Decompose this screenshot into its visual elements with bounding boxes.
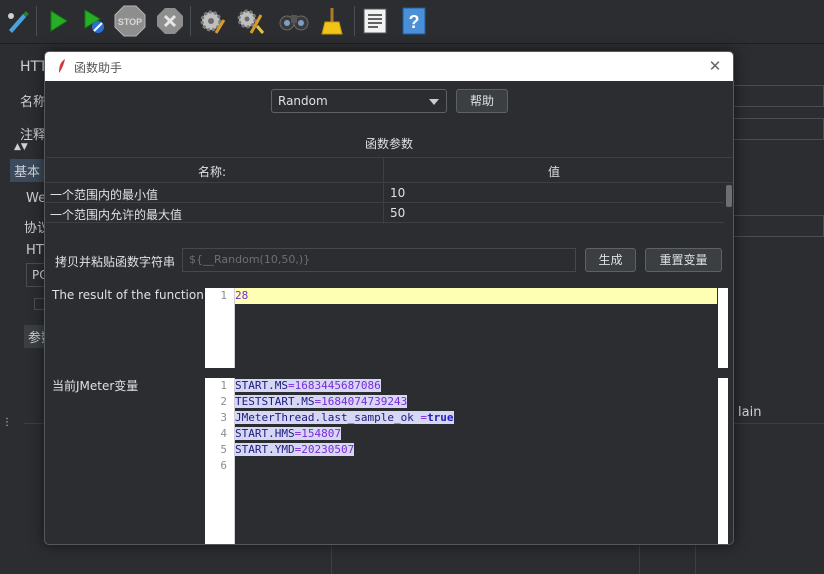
line-number: 2 xyxy=(220,395,227,408)
svg-text:?: ? xyxy=(409,12,420,32)
jmeter-variables-label: 当前JMeter变量 xyxy=(52,379,139,393)
result-code-area[interactable]: 28 xyxy=(235,288,717,368)
variable-value: true xyxy=(427,411,454,424)
plain-label: lain xyxy=(738,405,762,420)
collapse-arrows[interactable]: ▲▼ xyxy=(14,142,28,152)
variable-key: START.YMD xyxy=(235,443,295,456)
tab-basic[interactable]: 基本 xyxy=(10,159,45,182)
reset-variables-button[interactable]: 重置变量 xyxy=(645,248,722,272)
binoculars-icon[interactable] xyxy=(278,5,310,37)
pencil-icon[interactable] xyxy=(2,5,34,37)
variable-line: START.YMD=20230507 xyxy=(235,443,355,456)
line-number: 1 xyxy=(220,379,227,392)
stop-icon[interactable]: STOP xyxy=(114,5,146,37)
table-scrollbar[interactable] xyxy=(725,183,733,224)
variable-key: START.MS xyxy=(235,379,288,392)
svg-text:STOP: STOP xyxy=(118,17,142,27)
variable-value: 20230507 xyxy=(301,443,355,456)
splitter-handle[interactable]: ⋮ xyxy=(2,417,12,428)
line-number: 1 xyxy=(220,289,227,302)
variable-value: 1684074739243 xyxy=(321,395,408,408)
params-table: 名称: 值 一个范围内的最小值 10 一个范围内允许的最大值 50 xyxy=(46,157,733,224)
copy-paste-label: 拷贝并粘贴函数字符串 xyxy=(55,255,176,269)
table-row[interactable]: 一个范围内允许的最大值 50 xyxy=(46,203,724,223)
column-header-value[interactable]: 值 xyxy=(548,163,560,180)
broom-icon[interactable] xyxy=(316,5,348,37)
function-helper-icon[interactable] xyxy=(360,5,392,37)
line-number-gutter: 1 xyxy=(205,288,235,368)
table-row[interactable]: 一个范围内的最小值 10 xyxy=(46,183,724,203)
variables-code-area[interactable]: START.MS=1683445687086 TESTSTART.MS=1684… xyxy=(235,378,717,544)
line-number-gutter: 1 2 3 4 5 6 xyxy=(205,378,235,544)
variable-key: TESTSTART.MS xyxy=(235,395,315,408)
name-field[interactable] xyxy=(733,85,824,107)
start-no-pause-icon[interactable] xyxy=(78,5,110,37)
function-select-value: Random xyxy=(278,94,328,108)
editor-margin xyxy=(718,378,728,544)
scrollbar-thumb[interactable] xyxy=(726,185,732,207)
param-value[interactable]: 50 xyxy=(390,206,405,220)
line-number: 3 xyxy=(220,411,227,424)
column-header-name[interactable]: 名称: xyxy=(198,163,226,180)
variable-line: JMeterThread.last_sample_ok =true xyxy=(235,411,454,424)
param-name: 一个范围内的最小值 xyxy=(50,188,159,202)
name-label: 名称 xyxy=(20,95,47,110)
chevron-down-icon xyxy=(429,99,439,105)
gear-icon[interactable] xyxy=(196,5,228,37)
feather-icon xyxy=(57,58,67,74)
editor-margin xyxy=(718,288,728,368)
result-value: 28 xyxy=(235,289,249,302)
function-helper-dialog: 函数助手 ✕ Random 帮助 函数参数 名称: 值 一个范围内的最小值 10… xyxy=(44,51,734,545)
function-string-field[interactable]: ${__Random(10,50,)} xyxy=(182,248,576,272)
function-params-label: 函数参数 xyxy=(364,137,413,151)
help-icon[interactable]: ? xyxy=(398,5,430,37)
variable-key: START.HMS xyxy=(235,427,295,440)
comment-label: 注释 xyxy=(20,128,47,143)
variable-value: 154807 xyxy=(301,427,341,440)
start-icon[interactable] xyxy=(42,5,74,37)
help-button[interactable]: 帮助 xyxy=(456,89,508,113)
table-header: 名称: 值 xyxy=(46,158,733,183)
variable-line: START.MS=1683445687086 xyxy=(235,379,381,392)
toolbar: STOP ? xyxy=(0,0,824,44)
path-field[interactable] xyxy=(733,215,824,237)
variable-line: START.HMS=154807 xyxy=(235,427,341,440)
shutdown-icon[interactable] xyxy=(154,5,186,37)
variable-key: JMeterThread.last_sample_ok xyxy=(235,411,414,424)
dialog-title: 函数助手 xyxy=(74,61,123,75)
param-value[interactable]: 10 xyxy=(390,186,405,200)
generate-button[interactable]: 生成 xyxy=(585,248,636,272)
gear-broom-icon[interactable] xyxy=(234,5,266,37)
line-number: 5 xyxy=(220,443,227,456)
variable-value: 1683445687086 xyxy=(294,379,381,392)
current-line-highlight xyxy=(235,288,717,304)
result-editor[interactable]: 1 28 xyxy=(205,288,728,368)
param-name: 一个范围内允许的最大值 xyxy=(50,208,183,222)
line-number: 6 xyxy=(220,459,227,472)
dialog-titlebar: 函数助手 ✕ xyxy=(45,52,733,81)
result-label: The result of the function is xyxy=(52,288,218,302)
function-select[interactable]: Random xyxy=(271,89,447,113)
variable-line: TESTSTART.MS=1684074739243 xyxy=(235,395,408,408)
comment-field[interactable] xyxy=(733,118,824,140)
close-icon[interactable]: ✕ xyxy=(706,57,724,75)
line-number: 4 xyxy=(220,427,227,440)
variables-editor[interactable]: 1 2 3 4 5 6 START.MS=1683445687086 TESTS… xyxy=(205,378,728,544)
